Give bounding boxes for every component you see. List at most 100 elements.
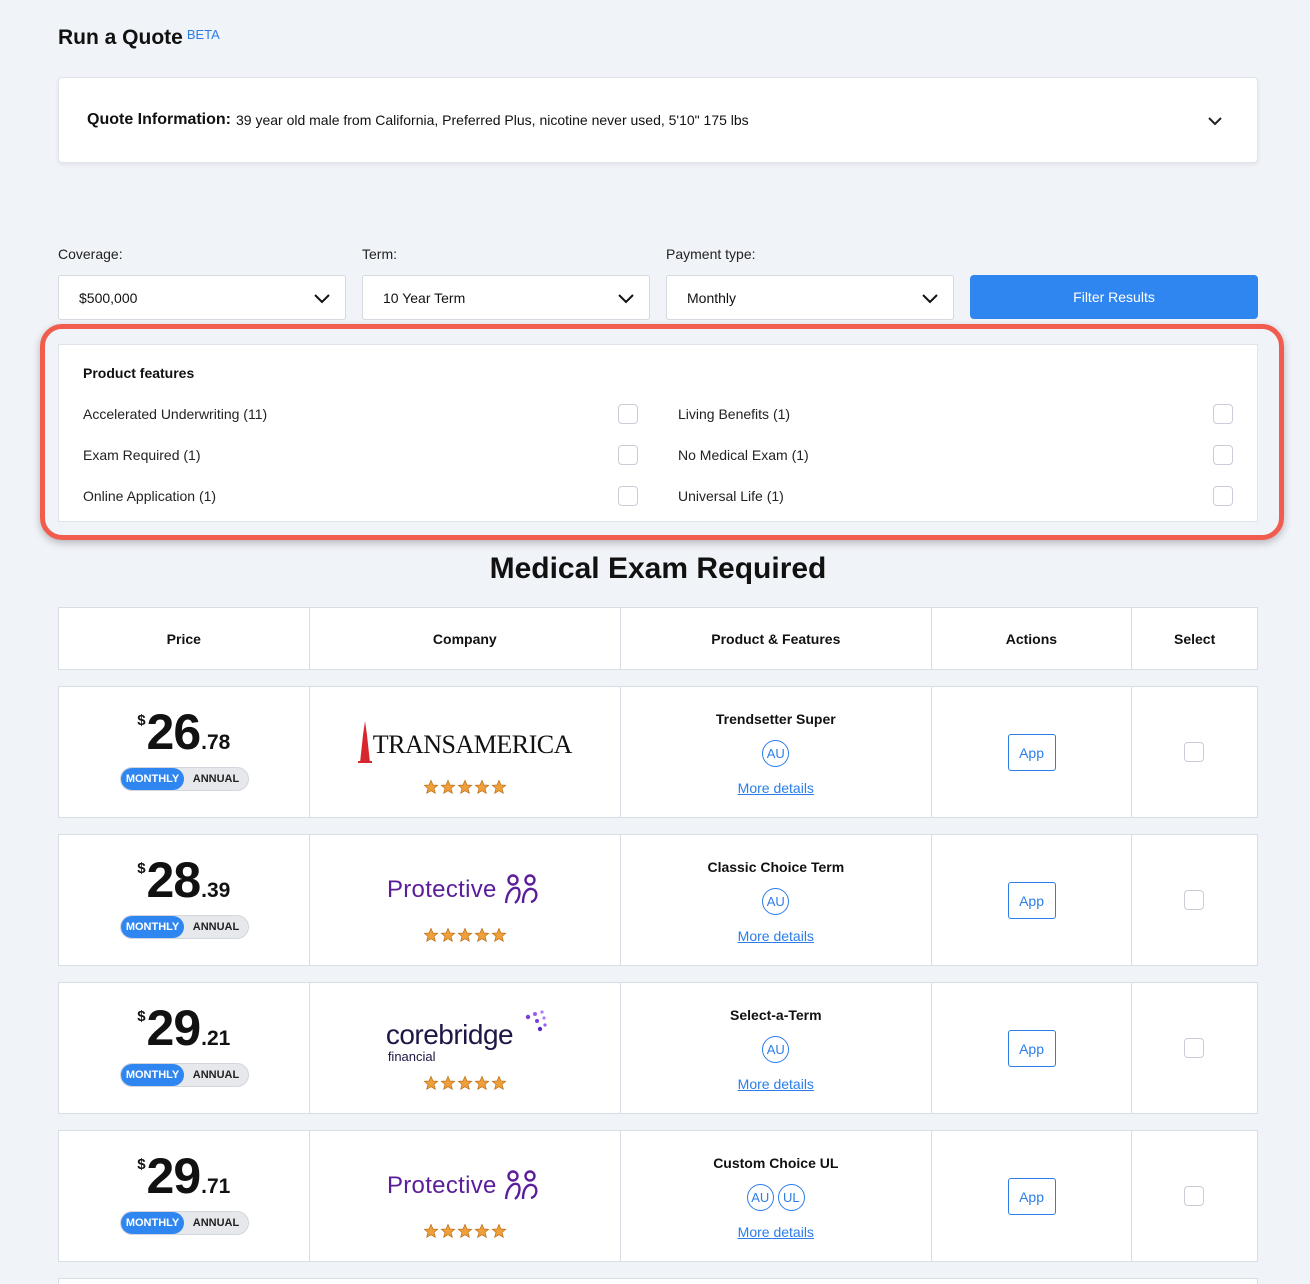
price: $ 29 .21 bbox=[59, 1001, 309, 1055]
price-currency: $ bbox=[137, 712, 146, 729]
coverage-label: Coverage: bbox=[58, 246, 123, 262]
table-row: $ 29 .71 MONTHLY ANNUAL Protective Custo… bbox=[58, 1130, 1258, 1262]
chevron-down-icon bbox=[618, 294, 634, 304]
rating-stars bbox=[310, 779, 620, 795]
payment-type-value: Monthly bbox=[687, 289, 737, 306]
price-cents: .39 bbox=[201, 879, 231, 902]
header-company: Company bbox=[310, 608, 622, 669]
price-cell: $ 26 .78 MONTHLY ANNUAL bbox=[59, 687, 310, 817]
company-cell: Protective bbox=[310, 1131, 622, 1261]
star-icon bbox=[474, 1075, 490, 1091]
quote-info-label: Quote Information: bbox=[87, 111, 231, 128]
company-cell: corebridge financial bbox=[310, 983, 622, 1113]
toggle-monthly[interactable]: MONTHLY bbox=[121, 1212, 184, 1234]
feature-badge: AU bbox=[762, 740, 790, 767]
company-name: corebridge bbox=[385, 1019, 514, 1050]
toggle-annual[interactable]: ANNUAL bbox=[184, 1069, 248, 1081]
more-details-link[interactable]: More details bbox=[621, 1224, 930, 1240]
section-title: Medical Exam Required bbox=[489, 552, 827, 585]
page-title: Run a Quote BETA bbox=[58, 26, 220, 50]
star-icon bbox=[457, 927, 473, 943]
header-select: Select bbox=[1173, 630, 1216, 647]
app-button[interactable]: App bbox=[1007, 1178, 1056, 1215]
price-cell: $ 29 .71 MONTHLY ANNUAL bbox=[59, 1131, 310, 1261]
company-cell: TRANSAMERICA bbox=[310, 687, 622, 817]
product-cell: Custom Choice UL AU UL More details bbox=[621, 1131, 932, 1261]
toggle-annual[interactable]: ANNUAL bbox=[184, 773, 248, 785]
app-button[interactable]: App bbox=[1007, 734, 1056, 771]
header-product-features: Product & Features bbox=[621, 608, 932, 669]
price-cents: .21 bbox=[201, 1027, 231, 1050]
select-checkbox[interactable] bbox=[1184, 890, 1205, 910]
select-checkbox[interactable] bbox=[1184, 1186, 1205, 1206]
price-currency: $ bbox=[137, 1008, 146, 1025]
star-icon bbox=[491, 1075, 507, 1091]
product-cell: Trendsetter Super AU More details bbox=[621, 687, 932, 817]
company-logo-protective: Protective bbox=[310, 1161, 620, 1211]
price-cell: $ 28 .39 MONTHLY ANNUAL bbox=[59, 835, 310, 965]
star-icon bbox=[440, 1075, 456, 1091]
billing-toggle[interactable]: MONTHLY ANNUAL bbox=[120, 1063, 249, 1087]
toggle-monthly[interactable]: MONTHLY bbox=[121, 1064, 184, 1086]
star-icon bbox=[440, 927, 456, 943]
billing-toggle[interactable]: MONTHLY ANNUAL bbox=[120, 915, 249, 939]
star-icon bbox=[423, 1223, 439, 1239]
price-dollars: 29 bbox=[146, 1000, 202, 1056]
actions-cell: App bbox=[932, 1131, 1133, 1261]
more-details-link[interactable]: More details bbox=[621, 1076, 930, 1092]
feature-badge: AU bbox=[746, 1184, 774, 1211]
select-checkbox[interactable] bbox=[1184, 742, 1205, 762]
price-cents: .78 bbox=[201, 731, 231, 754]
price-dollars: 29 bbox=[146, 1148, 202, 1204]
corebridge-wordmark: corebridge financial bbox=[380, 1007, 550, 1067]
star-icon bbox=[474, 927, 490, 943]
company-name: Protective bbox=[386, 1172, 497, 1199]
product-cell: Classic Choice Term AU More details bbox=[621, 835, 932, 965]
price-dollars: 28 bbox=[146, 852, 202, 908]
company-logo-corebridge: corebridge financial bbox=[310, 1007, 620, 1067]
company-subname: financial bbox=[387, 1049, 436, 1064]
quote-info-panel[interactable]: Quote Information: 39 year old male from… bbox=[58, 77, 1258, 163]
product-name: Classic Choice Term bbox=[707, 859, 845, 875]
select-cell bbox=[1132, 835, 1257, 965]
star-icon bbox=[491, 779, 507, 795]
app-button[interactable]: App bbox=[1007, 1030, 1056, 1067]
price-currency: $ bbox=[137, 860, 146, 877]
term-select[interactable]: 10 Year Term bbox=[362, 275, 650, 320]
select-checkbox[interactable] bbox=[1184, 1038, 1205, 1058]
coverage-value: $500,000 bbox=[79, 289, 138, 306]
toggle-monthly[interactable]: MONTHLY bbox=[121, 916, 184, 938]
billing-toggle[interactable]: MONTHLY ANNUAL bbox=[120, 1211, 249, 1235]
toggle-annual[interactable]: ANNUAL bbox=[184, 921, 248, 933]
actions-cell: App bbox=[932, 687, 1133, 817]
app-button[interactable]: App bbox=[1007, 882, 1056, 919]
rating-stars bbox=[310, 1223, 620, 1239]
more-details-link[interactable]: More details bbox=[621, 780, 930, 796]
star-icon bbox=[474, 779, 490, 795]
select-cell bbox=[1132, 687, 1257, 817]
payment-type-select[interactable]: Monthly bbox=[666, 275, 954, 320]
chevron-down-icon bbox=[922, 294, 938, 304]
product-name: Trendsetter Super bbox=[715, 711, 836, 727]
table-row-partial bbox=[58, 1278, 1258, 1284]
company-name: Protective bbox=[386, 876, 497, 903]
coverage-select[interactable]: $500,000 bbox=[58, 275, 346, 320]
star-icon bbox=[474, 1223, 490, 1239]
actions-cell: App bbox=[932, 835, 1133, 965]
filter-results-button[interactable]: Filter Results bbox=[970, 275, 1258, 319]
company-logo-protective: Protective bbox=[310, 865, 620, 915]
star-icon bbox=[440, 779, 456, 795]
billing-toggle[interactable]: MONTHLY ANNUAL bbox=[120, 767, 249, 791]
price-currency: $ bbox=[137, 1156, 146, 1173]
feature-badge: UL bbox=[777, 1184, 805, 1211]
feature-badges: AU bbox=[621, 740, 930, 767]
more-details-link[interactable]: More details bbox=[621, 928, 930, 944]
chevron-down-icon[interactable] bbox=[1207, 113, 1223, 129]
company-name: TRANSAMERICA bbox=[372, 730, 573, 759]
toggle-monthly[interactable]: MONTHLY bbox=[121, 768, 184, 790]
star-icon bbox=[457, 1075, 473, 1091]
actions-cell: App bbox=[932, 983, 1133, 1113]
price-dollars: 26 bbox=[146, 704, 202, 760]
feature-badges: AU UL bbox=[621, 1184, 930, 1211]
toggle-annual[interactable]: ANNUAL bbox=[184, 1217, 248, 1229]
